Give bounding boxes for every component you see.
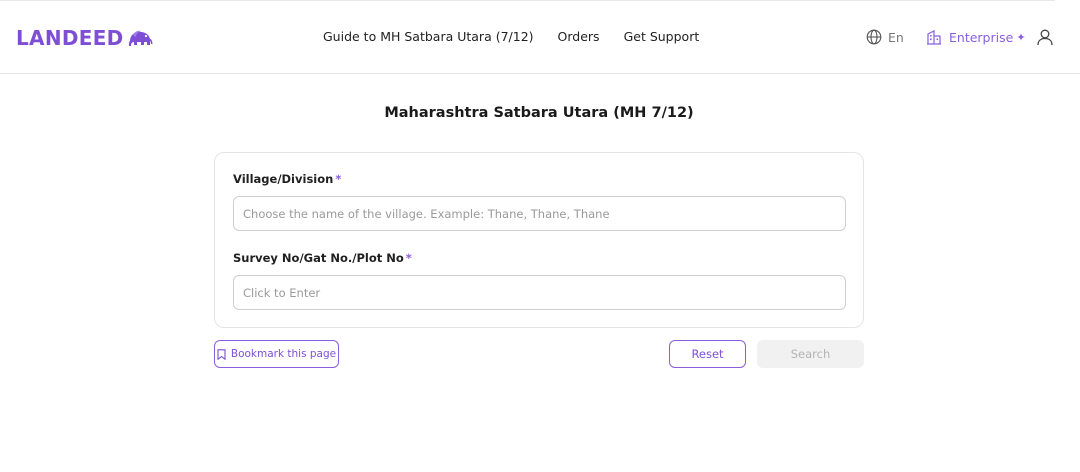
search-form-card: Village/Division* Survey No/Gat No./Plot…: [214, 152, 864, 328]
bookmark-icon: [217, 348, 226, 360]
building-icon: [927, 30, 941, 45]
survey-number-input[interactable]: [233, 275, 846, 310]
elephant-logo-icon: [128, 30, 153, 46]
sparkle-icon: ✦: [1016, 30, 1026, 44]
required-mark: *: [405, 251, 412, 265]
village-label-text: Village/Division: [233, 172, 334, 186]
survey-field-label: Survey No/Gat No./Plot No *: [233, 251, 412, 265]
bookmark-label: Bookmark this page: [230, 348, 337, 360]
brand-logo-link[interactable]: LANDEED: [16, 26, 153, 50]
navbar: LANDEED Guide to MH Satbara Utara (7/12)…: [0, 1, 1080, 74]
language-label: En: [888, 29, 904, 45]
user-icon[interactable]: [1036, 28, 1054, 46]
search-button[interactable]: Search: [757, 340, 864, 368]
nav-link-orders[interactable]: Orders: [558, 29, 600, 44]
enterprise-label: Enterprise: [949, 29, 1014, 45]
page-title: Maharashtra Satbara Utara (MH 7/12): [384, 105, 694, 121]
enterprise-link[interactable]: Enterprise ✦: [926, 29, 1026, 45]
language-selector[interactable]: En: [866, 29, 904, 45]
reset-button[interactable]: Reset: [669, 340, 746, 368]
required-mark: *: [335, 172, 342, 186]
nav-link-support[interactable]: Get Support: [624, 29, 700, 44]
brand-name: LANDEED: [16, 26, 124, 50]
village-input[interactable]: [233, 196, 846, 231]
globe-icon: [866, 29, 882, 45]
bookmark-button[interactable]: Bookmark this page: [214, 340, 339, 368]
survey-label-text: Survey No/Gat No./Plot No: [233, 251, 404, 265]
nav-link-guide[interactable]: Guide to MH Satbara Utara (7/12): [323, 29, 534, 44]
village-field-label: Village/Division *: [233, 172, 341, 186]
page: LANDEED Guide to MH Satbara Utara (7/12)…: [0, 0, 1080, 472]
main-nav: Guide to MH Satbara Utara (7/12) Orders …: [323, 29, 723, 44]
